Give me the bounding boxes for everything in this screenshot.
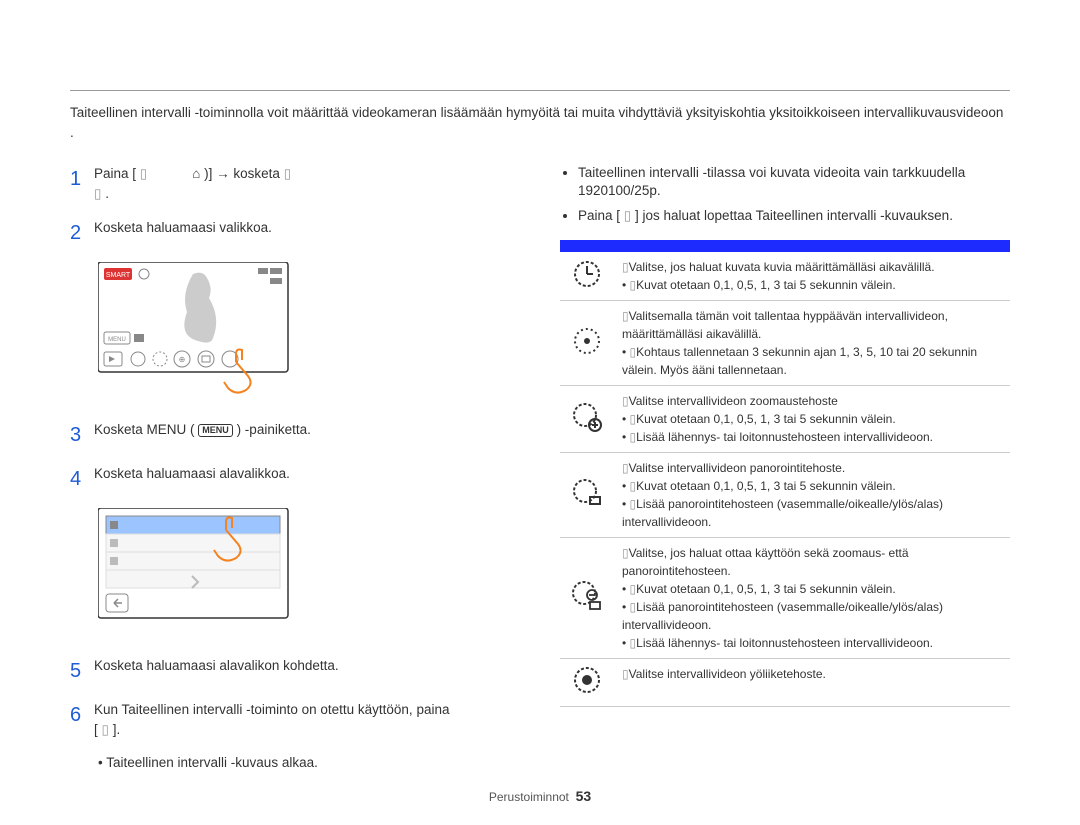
manual-page: Taiteellinen intervalli -toiminnolla voi… <box>0 0 1080 824</box>
camera-screen-diagram-2 <box>98 508 520 638</box>
row5-desc: ▯Valitse, jos haluat ottaa käyttöön sekä… <box>614 538 1010 659</box>
step-number: 2 <box>70 218 94 248</box>
step-number: 1 <box>70 164 94 205</box>
night-motion-icon <box>560 659 614 707</box>
step6-text: Kun Taiteellinen intervalli -toiminto on… <box>94 702 449 717</box>
home-icon: ⌂ <box>192 166 200 181</box>
step-number: 5 <box>70 656 94 686</box>
step-number: 3 <box>70 420 94 450</box>
table-row: ▯Valitsemalla tämän voit tallentaa hyppä… <box>560 301 1010 386</box>
step6-brk: [ <box>94 722 98 737</box>
svg-text:SMART: SMART <box>106 272 131 279</box>
pan-effect-icon <box>560 453 614 538</box>
r1b: Kuvat otetaan 0,1, 0,5, 1, 3 tai 5 sekun… <box>636 278 896 292</box>
right-column: Taiteellinen intervalli -tilassa voi kuv… <box>560 164 1010 770</box>
row2-desc: ▯Valitsemalla tämän voit tallentaa hyppä… <box>614 301 1010 386</box>
left-column: 1 Paina [ ▯ ⌂ )] → kosketa ▯ ▯ . 2 Koske… <box>70 164 520 770</box>
r4c: Lisää panorointitehosteen (vasemmalle/oi… <box>622 497 943 529</box>
r3b: Kuvat otetaan 0,1, 0,5, 1, 3 tai 5 sekun… <box>636 412 896 426</box>
placeholder-icon: ▯ <box>94 186 101 201</box>
svg-text:MENU: MENU <box>108 337 126 343</box>
table-header-row <box>560 240 1010 252</box>
note-stop: Paina [ ▯ ] jos haluat lopettaa Taiteell… <box>578 207 1010 226</box>
svg-text:⊕: ⊕ <box>179 355 186 364</box>
r2b: Kohtaus tallennetaan 3 sekunnin ajan 1, … <box>622 345 977 377</box>
step-body: Kosketa MENU ( MENU ) -painiketta. <box>94 420 520 450</box>
page-number: 53 <box>576 788 592 804</box>
th-desc <box>614 240 1010 252</box>
left-bullet: Taiteellinen intervalli -kuvaus alkaa. <box>98 755 520 770</box>
table-row: ▯Valitse, jos haluat kuvata kuvia määrit… <box>560 252 1010 301</box>
r4: Valitse intervallivideon panorointitehos… <box>629 461 846 475</box>
note2b: ] jos haluat lopettaa Taiteellinen inter… <box>635 208 953 223</box>
step3-b: ) -painiketta. <box>237 422 311 437</box>
right-notes: Taiteellinen intervalli -tilassa voi kuv… <box>560 164 1010 227</box>
step-2: 2 Kosketa haluamaasi valikkoa. <box>70 218 520 248</box>
step6-brk2: ]. <box>113 722 121 737</box>
r4b: Kuvat otetaan 0,1, 0,5, 1, 3 tai 5 sekun… <box>636 479 896 493</box>
step-body: Paina [ ▯ ⌂ )] → kosketa ▯ ▯ . <box>94 164 520 205</box>
step-body: Kosketa haluamaasi valikkoa. <box>94 218 520 248</box>
step1-text-a: Paina [ <box>94 166 136 181</box>
r3c: Lisää lähennys- tai loitonnustehosteen i… <box>636 430 933 444</box>
table-row: ▯Valitse intervallivideon yöliiketehoste… <box>560 659 1010 707</box>
step3-a: Kosketa MENU ( <box>94 422 195 437</box>
row3-desc: ▯Valitse intervallivideon zoomaustehoste… <box>614 386 1010 453</box>
step-body: Kosketa haluamaasi alavalikon kohdetta. <box>94 656 520 686</box>
table-row: ▯Valitse, jos haluat ottaa käyttöön sekä… <box>560 538 1010 659</box>
placeholder-icon: ▯ <box>102 722 109 737</box>
placeholder-icon: ▯ <box>624 208 631 223</box>
zoom-effect-icon <box>560 386 614 453</box>
page-footer: Perustoiminnot 53 <box>70 788 1010 804</box>
step-number: 4 <box>70 464 94 494</box>
row6-desc: ▯Valitse intervallivideon yöliiketehoste… <box>614 659 1010 707</box>
r5c: Lisää panorointitehosteen (vasemmalle/oi… <box>622 600 943 632</box>
r2: Valitsemalla tämän voit tallentaa hyppää… <box>622 309 948 341</box>
r5d: Lisää lähennys- tai loitonnustehosteen i… <box>636 636 933 650</box>
intro-paragraph: Taiteellinen intervalli -toiminnolla voi… <box>70 90 1010 144</box>
note-resolution: Taiteellinen intervalli -tilassa voi kuv… <box>578 164 1010 202</box>
step1-tail: . <box>105 186 109 201</box>
r3: Valitse intervallivideon zoomaustehoste <box>629 394 838 408</box>
two-column-layout: 1 Paina [ ▯ ⌂ )] → kosketa ▯ ▯ . 2 Koske… <box>70 164 1010 770</box>
table-row: ▯Valitse intervallivideon zoomaustehoste… <box>560 386 1010 453</box>
interval-icon <box>560 252 614 301</box>
r5: Valitse, jos haluat ottaa käyttöön sekä … <box>622 546 909 578</box>
table-row: ▯Valitse intervallivideon panorointiteho… <box>560 453 1010 538</box>
icon-description-table: ▯Valitse, jos haluat kuvata kuvia määrit… <box>560 240 1010 707</box>
step-5: 5 Kosketa haluamaasi alavalikon kohdetta… <box>70 656 520 686</box>
placeholder-icon: ▯ <box>284 166 291 181</box>
footer-section: Perustoiminnot <box>489 790 569 804</box>
zoom-pan-effect-icon <box>560 538 614 659</box>
r5b: Kuvat otetaan 0,1, 0,5, 1, 3 tai 5 sekun… <box>636 582 896 596</box>
step-1: 1 Paina [ ▯ ⌂ )] → kosketa ▯ ▯ . <box>70 164 520 205</box>
step-number: 6 <box>70 700 94 741</box>
step-body: Kun Taiteellinen intervalli -toiminto on… <box>94 700 520 741</box>
row1-desc: ▯Valitse, jos haluat kuvata kuvia määrit… <box>614 252 1010 301</box>
placeholder-icon: ▯ <box>140 166 147 181</box>
step-3: 3 Kosketa MENU ( MENU ) -painiketta. <box>70 420 520 450</box>
jump-interval-icon <box>560 301 614 386</box>
menu-icon: MENU <box>198 424 233 437</box>
row4-desc: ▯Valitse intervallivideon panorointiteho… <box>614 453 1010 538</box>
step-6: 6 Kun Taiteellinen intervalli -toiminto … <box>70 700 520 741</box>
r1: Valitse, jos haluat kuvata kuvia määritt… <box>629 260 935 274</box>
note2a: Paina [ <box>578 208 620 223</box>
camera-screen-diagram-1: SMART MENU ⊕ <box>98 262 520 402</box>
r6: Valitse intervallivideon yöliiketehoste. <box>629 667 826 681</box>
step-4: 4 Kosketa haluamaasi alavalikkoa. <box>70 464 520 494</box>
step-body: Kosketa haluamaasi alavalikkoa. <box>94 464 520 494</box>
th-icon <box>560 240 614 252</box>
step1-text-b: )] → kosketa <box>204 166 280 181</box>
